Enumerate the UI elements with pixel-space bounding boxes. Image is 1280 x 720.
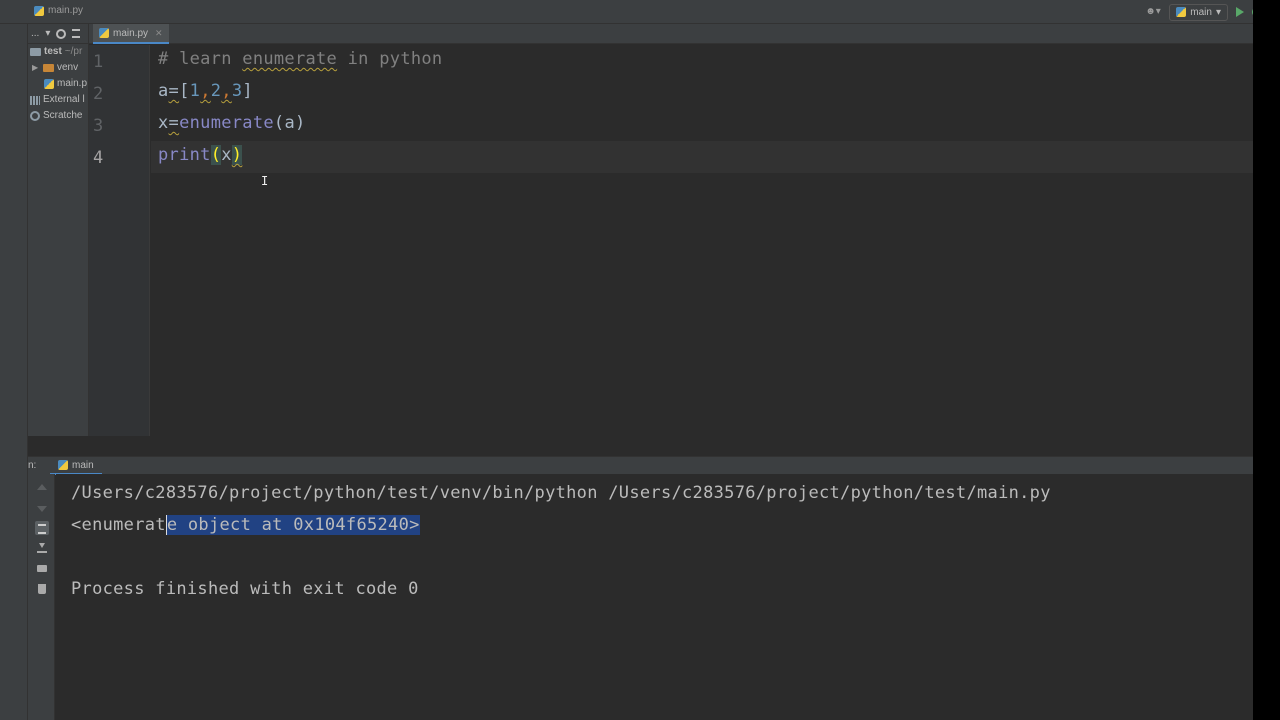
- code-comment: # learn enumerate in python: [158, 49, 443, 69]
- project-panel: ... ▾ test ~/pr ▶ venv main.p External l…: [28, 24, 89, 436]
- code-editor[interactable]: # learn enumerate in python a=[1,2,3] x=…: [151, 45, 1253, 436]
- project-tree: test ~/pr ▶ venv main.p External l Scrat…: [28, 44, 88, 124]
- trash-icon[interactable]: [38, 584, 46, 594]
- code-text: print(x): [158, 145, 243, 165]
- line-number-gutter: 1 2 3 4: [89, 45, 150, 436]
- line-number: 4: [93, 148, 104, 168]
- code-line-1[interactable]: # learn enumerate in python: [151, 45, 1253, 77]
- run-tab-label: main: [72, 459, 94, 471]
- code-text: x=enumerate(a): [158, 113, 306, 133]
- console-result-line: <enumerate object at 0x104f65240>: [71, 515, 420, 535]
- run-configuration-label: main: [1190, 6, 1212, 18]
- tree-item-external-libraries[interactable]: External l: [28, 92, 88, 108]
- folder-icon: [30, 48, 41, 56]
- navigation-bar: main.py ☻▾ main ▾: [0, 0, 1280, 24]
- console-command-line: /Users/c283576/project/python/test/venv/…: [71, 483, 1051, 503]
- project-toolbar: ... ▾: [28, 24, 88, 44]
- console-exit-line: Process finished with exit code 0: [71, 579, 419, 599]
- chevron-right-icon[interactable]: ▶: [32, 60, 40, 76]
- run-panel-header: n: main: [28, 456, 1253, 475]
- tab-run-main[interactable]: main: [50, 457, 102, 475]
- chevron-down-icon: ▾: [1215, 6, 1221, 18]
- code-line-2[interactable]: a=[1,2,3]: [151, 77, 1253, 109]
- run-panel-label: n:: [28, 460, 37, 471]
- close-icon[interactable]: ✕: [155, 28, 163, 39]
- collapse-icon[interactable]: [72, 29, 81, 38]
- scratches-icon: [30, 111, 40, 121]
- tree-item-test[interactable]: test ~/pr: [28, 44, 88, 60]
- tab-main-py[interactable]: main.py ✕: [93, 24, 169, 44]
- folder-icon: [43, 64, 54, 72]
- chevron-down-icon: ▾: [45, 28, 51, 39]
- python-icon: [58, 460, 68, 470]
- line-number: 3: [93, 116, 104, 136]
- project-view-selector[interactable]: ...: [31, 28, 39, 39]
- soft-wrap-icon[interactable]: [35, 521, 49, 535]
- tool-window-strip: [0, 24, 28, 720]
- breadcrumb[interactable]: main.py: [34, 5, 83, 16]
- line-number: 1: [93, 52, 104, 72]
- python-icon: [1176, 7, 1187, 17]
- arrow-up-icon[interactable]: [37, 484, 47, 490]
- mouse-ibeam-cursor: I: [261, 174, 269, 188]
- ide-window: main.py ☻▾ main ▾ ... ▾ test ~/pr ▶ venv…: [0, 0, 1280, 720]
- user-icon[interactable]: ☻▾: [1145, 6, 1161, 18]
- run-console-output[interactable]: /Users/c283576/project/python/test/venv/…: [56, 474, 1253, 720]
- tab-label: main.py: [113, 27, 149, 39]
- python-file-icon: [34, 5, 44, 16]
- libraries-icon: [30, 95, 40, 105]
- print-icon[interactable]: [37, 565, 47, 572]
- tree-item-main-py[interactable]: main.p: [28, 76, 88, 92]
- breadcrumb-file[interactable]: main.py: [48, 5, 83, 16]
- right-edge-strip: [1253, 0, 1280, 720]
- tree-item-scratches[interactable]: Scratche: [28, 108, 88, 124]
- arrow-down-icon[interactable]: [37, 506, 47, 512]
- line-number: 2: [93, 84, 104, 104]
- tree-item-venv[interactable]: ▶ venv: [28, 60, 88, 76]
- code-line-4[interactable]: print(x): [151, 141, 1253, 173]
- locate-icon[interactable]: [56, 28, 67, 39]
- code-line-3[interactable]: x=enumerate(a): [151, 109, 1253, 141]
- code-text: a=[1,2,3]: [158, 81, 253, 101]
- editor-tab-bar: main.py ✕: [89, 24, 1253, 44]
- selected-text: e object at 0x104f65240>: [165, 515, 420, 535]
- python-file-icon: [44, 79, 54, 89]
- run-icon[interactable]: [1236, 7, 1244, 17]
- python-file-icon: [99, 28, 109, 38]
- run-toolbar: [28, 474, 55, 720]
- scroll-to-end-icon[interactable]: [37, 543, 47, 553]
- run-configuration-select[interactable]: main ▾: [1169, 3, 1228, 21]
